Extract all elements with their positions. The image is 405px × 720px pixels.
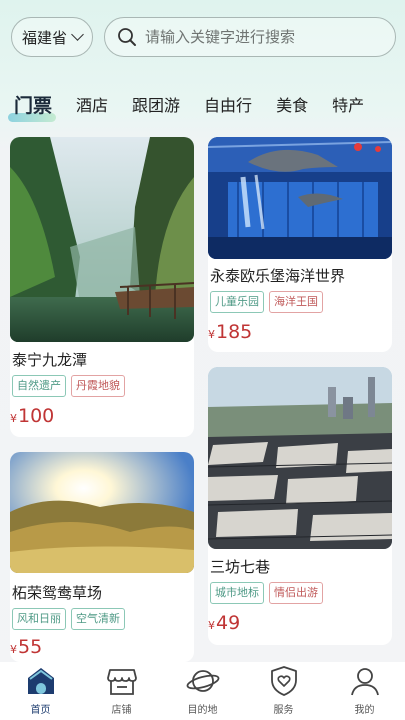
nav-home-label: 首页 bbox=[30, 705, 51, 716]
shield-heart-icon bbox=[270, 666, 297, 696]
nav-service-label: 服务 bbox=[273, 705, 294, 716]
tag: 海洋王国 bbox=[269, 291, 323, 313]
province-selector[interactable]: 福建省 bbox=[11, 17, 93, 57]
attraction-tags: 城市地标 情侣出游 bbox=[210, 582, 323, 604]
top-bar: 福建省 bbox=[0, 0, 405, 70]
tag: 情侣出游 bbox=[269, 582, 323, 604]
attraction-price: ¥185 bbox=[208, 321, 253, 343]
nav-store[interactable]: 店铺 bbox=[92, 664, 152, 716]
attraction-title: 柘荣鸳鸯草场 bbox=[12, 584, 103, 602]
attraction-title: 泰宁九龙潭 bbox=[12, 351, 88, 369]
attraction-image bbox=[208, 137, 392, 259]
attraction-tags: 自然遗产 丹霞地貌 bbox=[12, 375, 125, 397]
tab-hotels[interactable]: 酒店 bbox=[76, 92, 108, 116]
attraction-card-yuanyang-grassland[interactable]: 柘荣鸳鸯草场 风和日丽 空气清新 ¥55 bbox=[10, 452, 194, 662]
attraction-card-sanfangqixiang[interactable]: 三坊七巷 城市地标 情侣出游 ¥49 bbox=[208, 367, 392, 645]
tag: 风和日丽 bbox=[12, 608, 66, 630]
tab-food[interactable]: 美食 bbox=[276, 92, 308, 116]
attraction-price: ¥49 bbox=[208, 612, 241, 634]
attraction-image bbox=[10, 137, 194, 342]
nav-profile[interactable]: 我的 bbox=[335, 664, 395, 716]
nav-destination-label: 目的地 bbox=[187, 705, 218, 716]
attraction-title: 三坊七巷 bbox=[210, 558, 271, 576]
tag: 丹霞地貌 bbox=[71, 375, 125, 397]
attraction-tags: 儿童乐园 海洋王国 bbox=[210, 291, 323, 313]
attraction-title: 永泰欧乐堡海洋世界 bbox=[210, 267, 346, 285]
tab-specialties[interactable]: 特产 bbox=[332, 92, 364, 116]
nav-home[interactable]: 首页 bbox=[11, 664, 71, 716]
attraction-tags: 风和日丽 空气清新 bbox=[12, 608, 125, 630]
attraction-price: ¥55 bbox=[10, 636, 43, 658]
planet-icon bbox=[186, 670, 219, 692]
tag: 儿童乐园 bbox=[210, 291, 264, 313]
store-icon bbox=[106, 669, 137, 695]
user-icon bbox=[350, 668, 379, 696]
tag: 城市地标 bbox=[210, 582, 264, 604]
home-icon bbox=[27, 668, 54, 694]
attraction-image bbox=[10, 452, 194, 573]
tab-tickets[interactable]: 门票 bbox=[7, 91, 57, 122]
tag: 空气清新 bbox=[71, 608, 125, 630]
search-bar[interactable] bbox=[104, 17, 396, 57]
bottom-navigation: 首页 店铺 目的地 服务 我的 bbox=[0, 662, 405, 720]
attraction-card-oulebao[interactable]: 永泰欧乐堡海洋世界 儿童乐园 海洋王国 ¥185 bbox=[208, 137, 392, 352]
nav-destination[interactable]: 目的地 bbox=[173, 664, 233, 716]
tab-group-tours[interactable]: 跟团游 bbox=[132, 92, 180, 116]
nav-profile-label: 我的 bbox=[354, 705, 375, 716]
chevron-down-icon bbox=[71, 28, 84, 41]
search-icon bbox=[118, 28, 136, 46]
attraction-card-jiulongtan[interactable]: 泰宁九龙潭 自然遗产 丹霞地貌 ¥100 bbox=[10, 137, 194, 437]
attraction-image bbox=[208, 367, 392, 549]
tag: 自然遗产 bbox=[12, 375, 66, 397]
province-label: 福建省 bbox=[21, 28, 67, 47]
nav-service[interactable]: 服务 bbox=[254, 664, 314, 716]
attraction-price: ¥100 bbox=[10, 405, 55, 427]
search-input[interactable] bbox=[145, 28, 385, 46]
category-tabs: 门票 酒店 跟团游 自由行 美食 特产 bbox=[0, 84, 405, 124]
nav-store-label: 店铺 bbox=[111, 705, 132, 716]
tab-independent-travel[interactable]: 自由行 bbox=[204, 92, 252, 116]
